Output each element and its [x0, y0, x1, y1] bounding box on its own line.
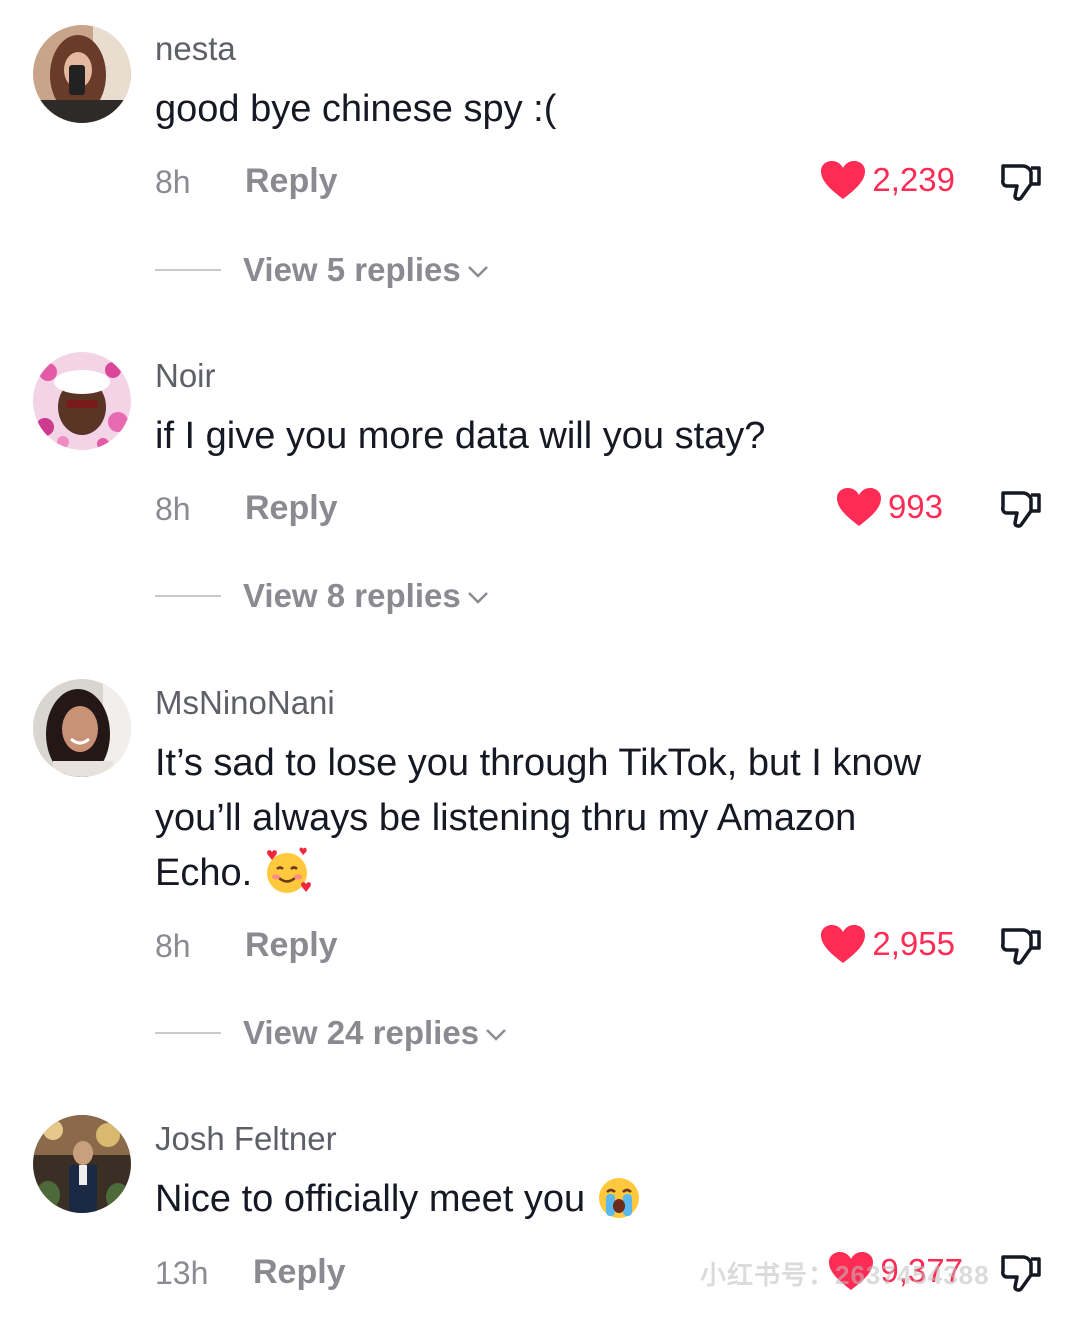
comment-text-body: Nice to officially meet you — [155, 1178, 586, 1220]
dislike-icon[interactable] — [999, 487, 1045, 531]
comment-username[interactable]: MsNinoNani — [155, 684, 335, 722]
like-count: 993 — [887, 488, 943, 525]
loudly-crying-face-icon — [599, 1177, 640, 1218]
comment-username[interactable]: nesta — [155, 30, 236, 68]
comment-text: Nice to officially meet you — [155, 1172, 1055, 1227]
like-button[interactable]: 2,955 — [820, 922, 955, 966]
chevron-down-icon — [467, 266, 488, 278]
comment-time: 8h — [155, 491, 191, 527]
comment-text-line: It’s sad to lose you through TikTok, but… — [155, 742, 922, 784]
comment-text-line-end: Echo. — [155, 852, 253, 894]
view-replies-label: View 8 replies — [243, 577, 461, 614]
comment-actions: 8h Reply 993 — [155, 485, 1045, 529]
like-count: 2,955 — [872, 925, 955, 962]
view-replies-label: View 24 replies — [243, 1014, 480, 1051]
like-button[interactable]: 993 — [836, 485, 943, 529]
avatar[interactable] — [33, 352, 131, 450]
comment-text: if I give you more data will you stay? — [155, 415, 766, 457]
like-button[interactable]: 2,239 — [820, 158, 955, 202]
comment-username[interactable]: Noir — [155, 357, 216, 395]
reply-button[interactable]: Reply — [253, 1253, 346, 1292]
avatar[interactable] — [33, 25, 131, 123]
comment-text: It’s sad to lose you through TikTok, but… — [155, 736, 1055, 901]
comment-time: 8h — [155, 928, 191, 964]
reply-button[interactable]: Reply — [245, 162, 338, 201]
comment-time: 8h — [155, 164, 191, 200]
dislike-icon[interactable] — [999, 160, 1045, 204]
view-replies-button[interactable]: View 8 replies — [155, 576, 489, 616]
chevron-down-icon — [467, 592, 488, 604]
like-count: 2,239 — [872, 161, 955, 198]
comment-text-line: Echo. — [155, 846, 1055, 901]
chevron-down-icon — [486, 1029, 506, 1041]
comment-time: 13h — [155, 1255, 209, 1291]
comment-username[interactable]: Josh Feltner — [155, 1120, 337, 1158]
view-replies-button[interactable]: View 5 replies — [155, 250, 489, 290]
comment-actions: 8h Reply 2,239 — [155, 158, 1045, 202]
divider-line — [155, 1032, 221, 1034]
view-replies-label: View 5 replies — [243, 251, 461, 288]
smiling-face-with-hearts-icon — [267, 847, 312, 893]
heart-icon — [836, 488, 881, 526]
comment-actions: 8h Reply 2,955 — [155, 922, 1045, 966]
reply-button[interactable]: Reply — [245, 926, 338, 965]
comment-text: good bye chinese spy :( — [155, 88, 557, 130]
avatar[interactable] — [33, 1115, 131, 1213]
heart-icon — [821, 925, 866, 963]
watermark: 小红书号：2637454388 — [700, 1260, 990, 1290]
reply-button[interactable]: Reply — [245, 489, 338, 528]
dislike-icon[interactable] — [999, 1251, 1045, 1295]
comment-text-line: you’ll always be listening thru my Amazo… — [155, 797, 857, 839]
avatar[interactable] — [33, 679, 131, 777]
divider-line — [155, 595, 221, 597]
divider-line — [155, 269, 221, 271]
dislike-icon[interactable] — [999, 924, 1045, 968]
heart-icon — [821, 161, 866, 199]
view-replies-button[interactable]: View 24 replies — [155, 1013, 507, 1053]
